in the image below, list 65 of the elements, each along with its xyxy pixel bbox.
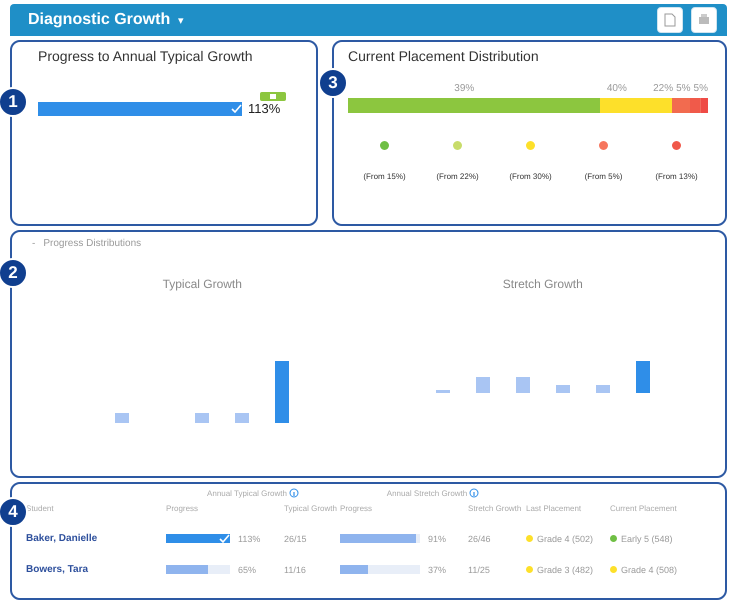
group-heading: Annual Stretch Growth (340, 488, 526, 498)
bar (636, 361, 650, 393)
bar (235, 413, 250, 423)
document-button[interactable] (657, 7, 683, 33)
bar (275, 361, 290, 423)
student-link[interactable]: Bowers, Tara (26, 554, 166, 585)
info-icon[interactable] (288, 488, 299, 498)
table-cell: Grade 4 (508) (621, 564, 678, 574)
check-icon (219, 534, 230, 543)
bar (436, 390, 450, 393)
check-icon (231, 104, 242, 113)
bar (516, 377, 530, 393)
info-icon[interactable] (469, 488, 480, 498)
print-button[interactable] (691, 7, 717, 33)
callout-number: 4 (0, 497, 28, 527)
value-label: 39% (453, 82, 476, 96)
value-label: 5% (676, 82, 691, 96)
card-title: Progress to Annual Typical Growth (38, 48, 254, 64)
column-heading[interactable]: Student (26, 498, 166, 523)
value-label: 5% (694, 82, 708, 96)
table-cell-text: 26/46 (468, 534, 492, 544)
legend-label: (From 5%) (584, 172, 622, 181)
table-cell: Grade 3 (482) (537, 564, 594, 574)
group-heading: Annual Typical Growth (166, 488, 340, 498)
collapse-toggle[interactable]: - (32, 238, 36, 249)
column-heading[interactable]: Typical Growth (284, 498, 340, 523)
legend-label: (From 13%) (655, 172, 698, 181)
progress-reading: 113% (248, 101, 280, 116)
legend-label: (From 30%) (509, 172, 552, 181)
legend-label: (From 15%) (363, 172, 406, 181)
table-cell-text: 11/25 (468, 564, 491, 574)
bar (115, 413, 130, 423)
table-cell: Grade 4 (502) (537, 534, 594, 544)
table-cell-text: 11/16 (284, 564, 307, 574)
callout-number: 2 (0, 258, 28, 288)
column-heading[interactable]: Progress (166, 498, 284, 523)
callout-number: 3 (318, 68, 348, 98)
dropdown-caret[interactable]: ▾ (178, 14, 184, 26)
column-heading[interactable]: Stretch Growth (468, 498, 526, 523)
table-cell-text: 113% (238, 534, 262, 544)
bar (556, 385, 570, 393)
chart-title: Stretch Growth (502, 277, 583, 291)
trophy-badge-icon (260, 92, 286, 101)
callout-number: 1 (0, 87, 28, 117)
bar (195, 413, 210, 423)
bar (476, 377, 490, 393)
column-heading[interactable]: Last Placement (526, 498, 610, 523)
value-label: 40% (606, 82, 628, 96)
table-cell: Early 5 (548) (621, 534, 673, 544)
document-icon (664, 13, 676, 27)
column-heading[interactable]: Progress (340, 498, 468, 523)
student-link[interactable]: Baker, Danielle (26, 523, 166, 554)
card-title: Current Placement Distribution (348, 48, 540, 64)
table-cell-text: 91% (428, 534, 448, 544)
section-title: Progress Distributions (43, 238, 142, 249)
value-label: 22% (653, 82, 674, 96)
table-cell-text: 65% (238, 564, 258, 574)
legend-label: (From 22%) (436, 172, 479, 181)
column-heading[interactable]: Current Placement (610, 498, 715, 523)
dashboard-title: Diagnostic Growth (28, 11, 170, 29)
bar (596, 385, 610, 393)
printer-icon (698, 13, 710, 27)
table-cell-text: 26/15 (284, 534, 308, 544)
chart-title: Typical Growth (162, 277, 242, 291)
table-cell-text: 37% (428, 564, 448, 574)
